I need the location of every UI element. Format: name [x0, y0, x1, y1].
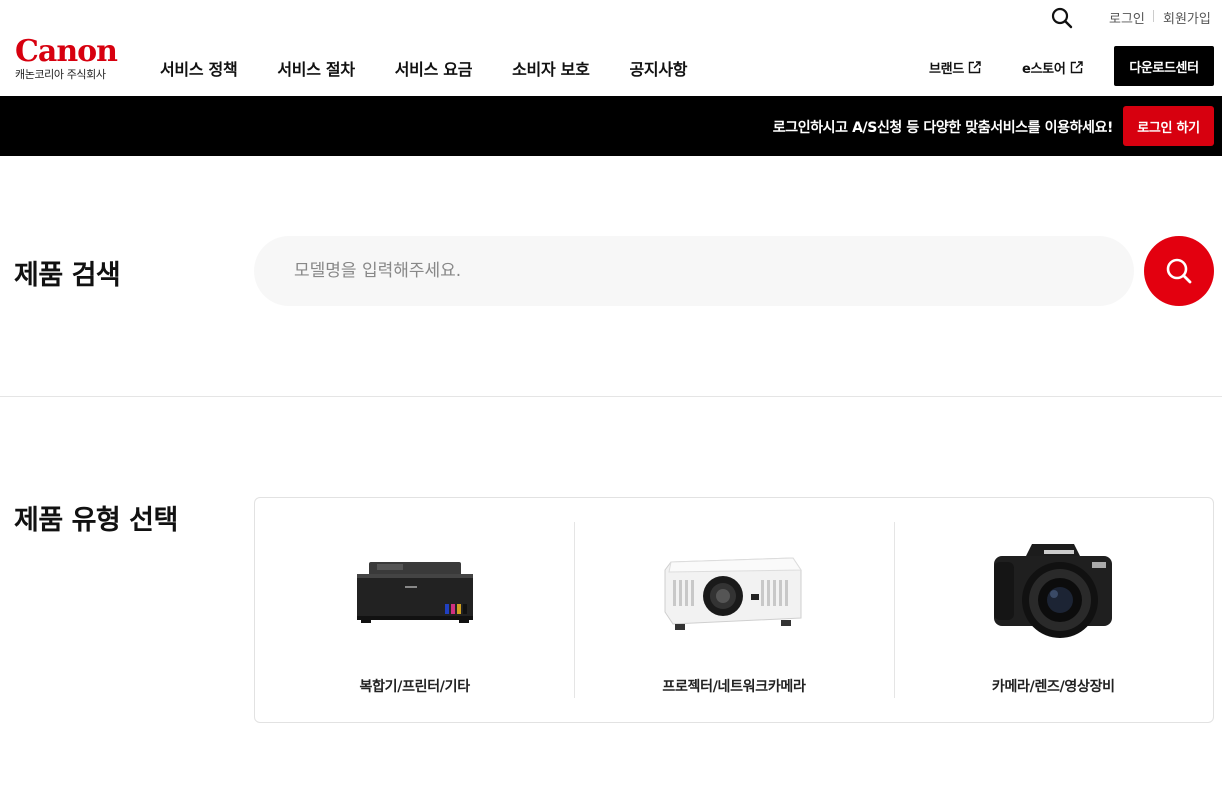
camera-image — [973, 542, 1133, 642]
nav-service-policy[interactable]: 서비스 정책 — [160, 56, 238, 80]
printer-image — [335, 542, 495, 642]
product-type-label: 복합기/프린터/기타 — [359, 679, 471, 695]
nav-service-procedure[interactable]: 서비스 절차 — [277, 56, 355, 80]
section-divider — [0, 396, 1222, 397]
logo-wordmark: Canon — [15, 34, 118, 69]
model-search-input[interactable] — [254, 236, 1134, 306]
download-center-button[interactable]: 다운로드센터 — [1114, 46, 1214, 86]
banner-login-button[interactable]: 로그인 하기 — [1123, 106, 1214, 146]
brand-link-label: 브랜드 — [929, 62, 964, 77]
search-submit-button[interactable] — [1144, 236, 1214, 306]
search-icon — [1166, 258, 1192, 284]
product-type-printer[interactable]: 복합기/프린터/기타 — [255, 498, 574, 722]
product-type-label: 프로젝터/네트워크카메라 — [662, 679, 806, 695]
external-link-icon — [968, 61, 981, 74]
estore-link-label: e스토어 — [1022, 62, 1066, 77]
product-type-title: 제품 유형 선택 — [14, 505, 178, 536]
join-link[interactable]: 회원가입 — [1163, 8, 1211, 27]
canon-logo[interactable]: Canon 캐논코리아 주식회사 — [15, 34, 118, 82]
utility-bar: 로그인 회원가입 — [0, 0, 1222, 36]
product-type-label: 카메라/렌즈/영상장비 — [991, 679, 1115, 695]
product-type-panel: 복합기/프린터/기타 프로젝터/네트워크카메라 카메라/렌즈/영상장비 — [254, 497, 1214, 723]
product-type-projector[interactable]: 프로젝터/네트워크카메라 — [574, 498, 893, 722]
search-icon[interactable] — [1050, 6, 1074, 30]
nav-service-fee[interactable]: 서비스 요금 — [395, 56, 473, 80]
login-link[interactable]: 로그인 — [1109, 8, 1145, 27]
banner-message: 로그인하시고 A/S신청 등 다양한 맞춤서비스를 이용하세요! — [772, 120, 1114, 136]
login-banner: 로그인하시고 A/S신청 등 다양한 맞춤서비스를 이용하세요! 로그인 하기 — [0, 96, 1222, 156]
logo-subtitle: 캐논코리아 주식회사 — [15, 68, 106, 81]
nav-consumer-protection[interactable]: 소비자 보호 — [512, 56, 590, 80]
main-header: Canon 캐논코리아 주식회사 서비스 정책 서비스 절차 서비스 요금 소비… — [0, 36, 1222, 96]
nav-notice[interactable]: 공지사항 — [630, 56, 688, 80]
product-search-title: 제품 검색 — [14, 260, 121, 291]
estore-link[interactable]: e스토어 — [1022, 58, 1083, 77]
external-link-icon — [1070, 61, 1083, 74]
main-nav: 서비스 정책 서비스 절차 서비스 요금 소비자 보호 공지사항 — [160, 56, 727, 80]
brand-link[interactable]: 브랜드 — [929, 58, 981, 77]
product-type-camera[interactable]: 카메라/렌즈/영상장비 — [893, 498, 1213, 722]
projector-image — [654, 542, 814, 642]
util-separator — [1153, 10, 1154, 22]
